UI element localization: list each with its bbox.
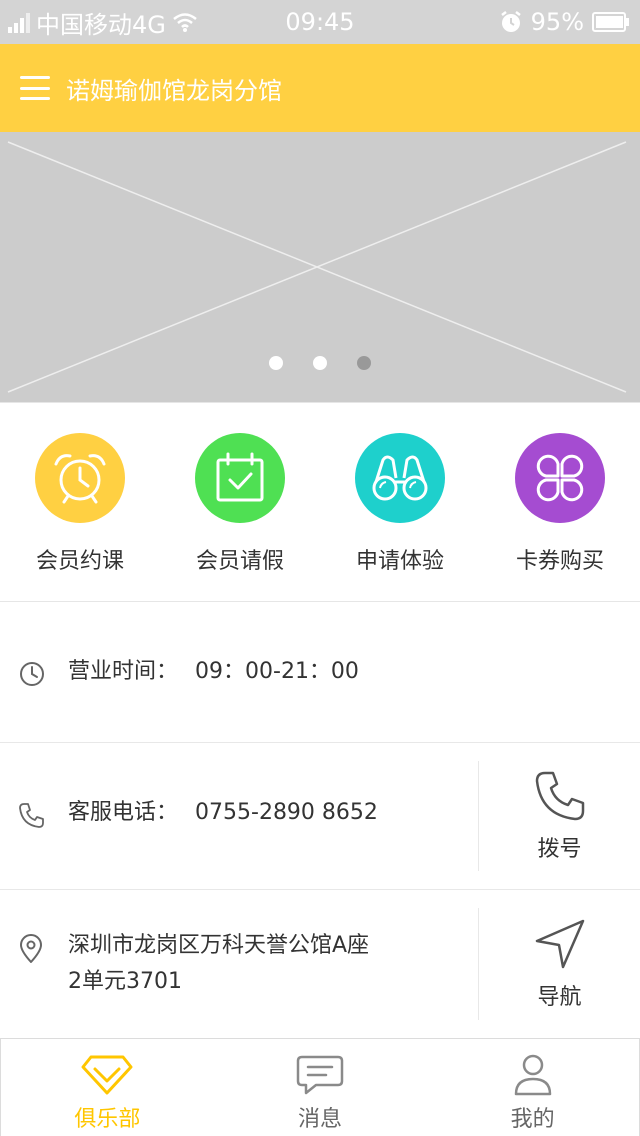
phone-row: 客服电话： 0755-2890 8652 拨号 — [0, 743, 640, 890]
business-hours-label: 营业时间： — [68, 659, 179, 684]
battery-icon — [592, 12, 629, 32]
page-title: 诺姆瑜伽馆龙岗分馆 — [66, 76, 282, 105]
address-text: 深圳市龙岗区万科天誉公馆A座 2单元3701 — [68, 928, 369, 1000]
banner-carousel[interactable] — [0, 132, 640, 402]
phone-number[interactable]: 0755-2890 8652 — [195, 800, 378, 825]
menu-icon[interactable] — [20, 76, 50, 100]
status-right: 95% — [499, 8, 630, 36]
alarm-clock-icon — [35, 433, 125, 523]
member-leave-button[interactable]: 会员请假 — [160, 403, 320, 601]
dial-button[interactable]: 拨号 — [479, 743, 640, 889]
navigate-button[interactable]: 导航 — [479, 890, 640, 1038]
business-hours-text: 营业时间： 09：00-21：00 — [68, 654, 359, 690]
card-purchase-label: 卡券购买 — [515, 549, 604, 574]
carousel-dot-3[interactable] — [357, 356, 371, 370]
clover-icon — [515, 433, 605, 523]
tab-messages-label: 消息 — [298, 1107, 343, 1132]
bottom-tab-bar: 俱乐部 消息 我的 — [0, 1038, 640, 1136]
tab-mine-label: 我的 — [510, 1107, 555, 1132]
address-line-1: 深圳市龙岗区万科天誉公馆A座 — [68, 933, 370, 958]
card-purchase-button[interactable]: 卡券购买 — [480, 403, 640, 601]
business-hours-row: 营业时间： 09：00-21：00 — [0, 602, 640, 743]
battery-text: 95% — [530, 8, 584, 36]
user-icon — [514, 1054, 551, 1096]
phone-label: 客服电话： — [68, 800, 179, 825]
dial-label: 拨号 — [537, 837, 582, 862]
phone-icon — [535, 771, 584, 821]
member-booking-button[interactable]: 会员约课 — [0, 403, 160, 601]
status-bar: 中国移动4G 09:45 95% — [0, 0, 640, 44]
chat-icon — [296, 1055, 344, 1095]
navigation-arrow-icon — [535, 919, 584, 969]
location-pin-icon — [20, 934, 42, 963]
tab-messages[interactable]: 消息 — [214, 1039, 427, 1136]
carousel-dot-1[interactable] — [269, 356, 283, 370]
carousel-dots — [0, 356, 640, 370]
tab-club-label: 俱乐部 — [74, 1107, 141, 1132]
address-line-2: 2单元3701 — [68, 969, 182, 994]
clock-icon — [20, 662, 44, 686]
navigate-label: 导航 — [537, 985, 582, 1010]
apply-trial-button[interactable]: 申请体验 — [320, 403, 480, 601]
member-leave-label: 会员请假 — [195, 549, 284, 574]
alarm-icon — [500, 11, 521, 32]
address-row: 深圳市龙岗区万科天誉公馆A座 2单元3701 导航 — [0, 890, 640, 1038]
binoculars-icon — [355, 433, 445, 523]
phone-small-icon — [19, 803, 44, 828]
phone-text: 客服电话： 0755-2890 8652 — [68, 795, 378, 831]
apply-trial-label: 申请体验 — [355, 549, 444, 574]
calendar-check-icon — [195, 433, 285, 523]
member-booking-label: 会员约课 — [35, 549, 124, 574]
tab-mine[interactable]: 我的 — [426, 1039, 639, 1136]
app-header: 诺姆瑜伽馆龙岗分馆 — [0, 44, 640, 132]
diamond-icon — [81, 1055, 133, 1095]
quick-actions: 会员约课 会员请假 申请体验 卡券购买 — [0, 402, 640, 602]
business-hours-value: 09：00-21：00 — [195, 659, 359, 684]
carousel-dot-2[interactable] — [313, 356, 327, 370]
tab-club[interactable]: 俱乐部 — [1, 1039, 214, 1136]
